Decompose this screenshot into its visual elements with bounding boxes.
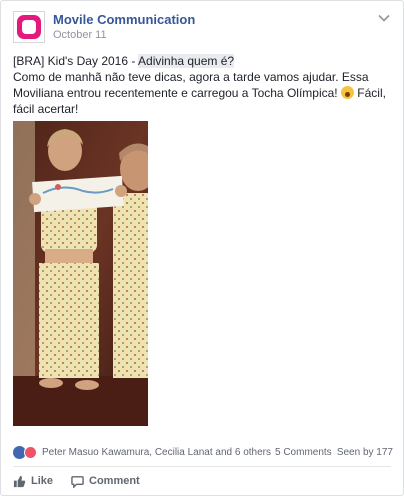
post-timestamp[interactable]: October 11: [53, 29, 107, 41]
like-label: Like: [31, 475, 54, 487]
page-name-link[interactable]: Movile Communication: [53, 12, 195, 27]
movile-logo-icon: [17, 15, 41, 39]
comments-count-link[interactable]: 5 Comments: [275, 447, 332, 458]
post-text-highlight: Adivinha quem é?: [138, 54, 235, 68]
reaction-icons[interactable]: [13, 445, 41, 461]
thumbs-up-icon: [13, 475, 26, 487]
post-photo[interactable]: [13, 121, 148, 426]
chevron-down-icon[interactable]: [377, 11, 391, 25]
comment-icon: [71, 475, 84, 488]
divider: [13, 466, 391, 467]
comment-label: Comment: [89, 475, 140, 487]
post-text-prefix: [BRA] Kid's Day 2016 -: [13, 54, 139, 68]
astonished-emoji-icon: [340, 86, 354, 99]
like-button[interactable]: Like: [13, 472, 53, 490]
post-card: Movile Communication October 11 [BRA] Ki…: [0, 0, 404, 496]
love-reaction-icon: [24, 446, 37, 459]
photo-image: [13, 121, 148, 426]
post-header: Movile Communication October 11: [13, 11, 391, 43]
seen-by-count[interactable]: Seen by 177: [337, 447, 393, 458]
reactions-bar: Peter Masuo Kawamura, Cecilia Lanat and …: [13, 445, 393, 461]
post-text-body: Como de manhã não teve dicas, agora a ta…: [13, 70, 369, 100]
page-avatar[interactable]: [13, 11, 45, 43]
post-message: [BRA] Kid's Day 2016 - Adivinha quem é? …: [13, 53, 393, 117]
reaction-names-link[interactable]: Peter Masuo Kawamura, Cecilia Lanat and …: [42, 447, 271, 458]
comment-button[interactable]: Comment: [71, 472, 140, 490]
